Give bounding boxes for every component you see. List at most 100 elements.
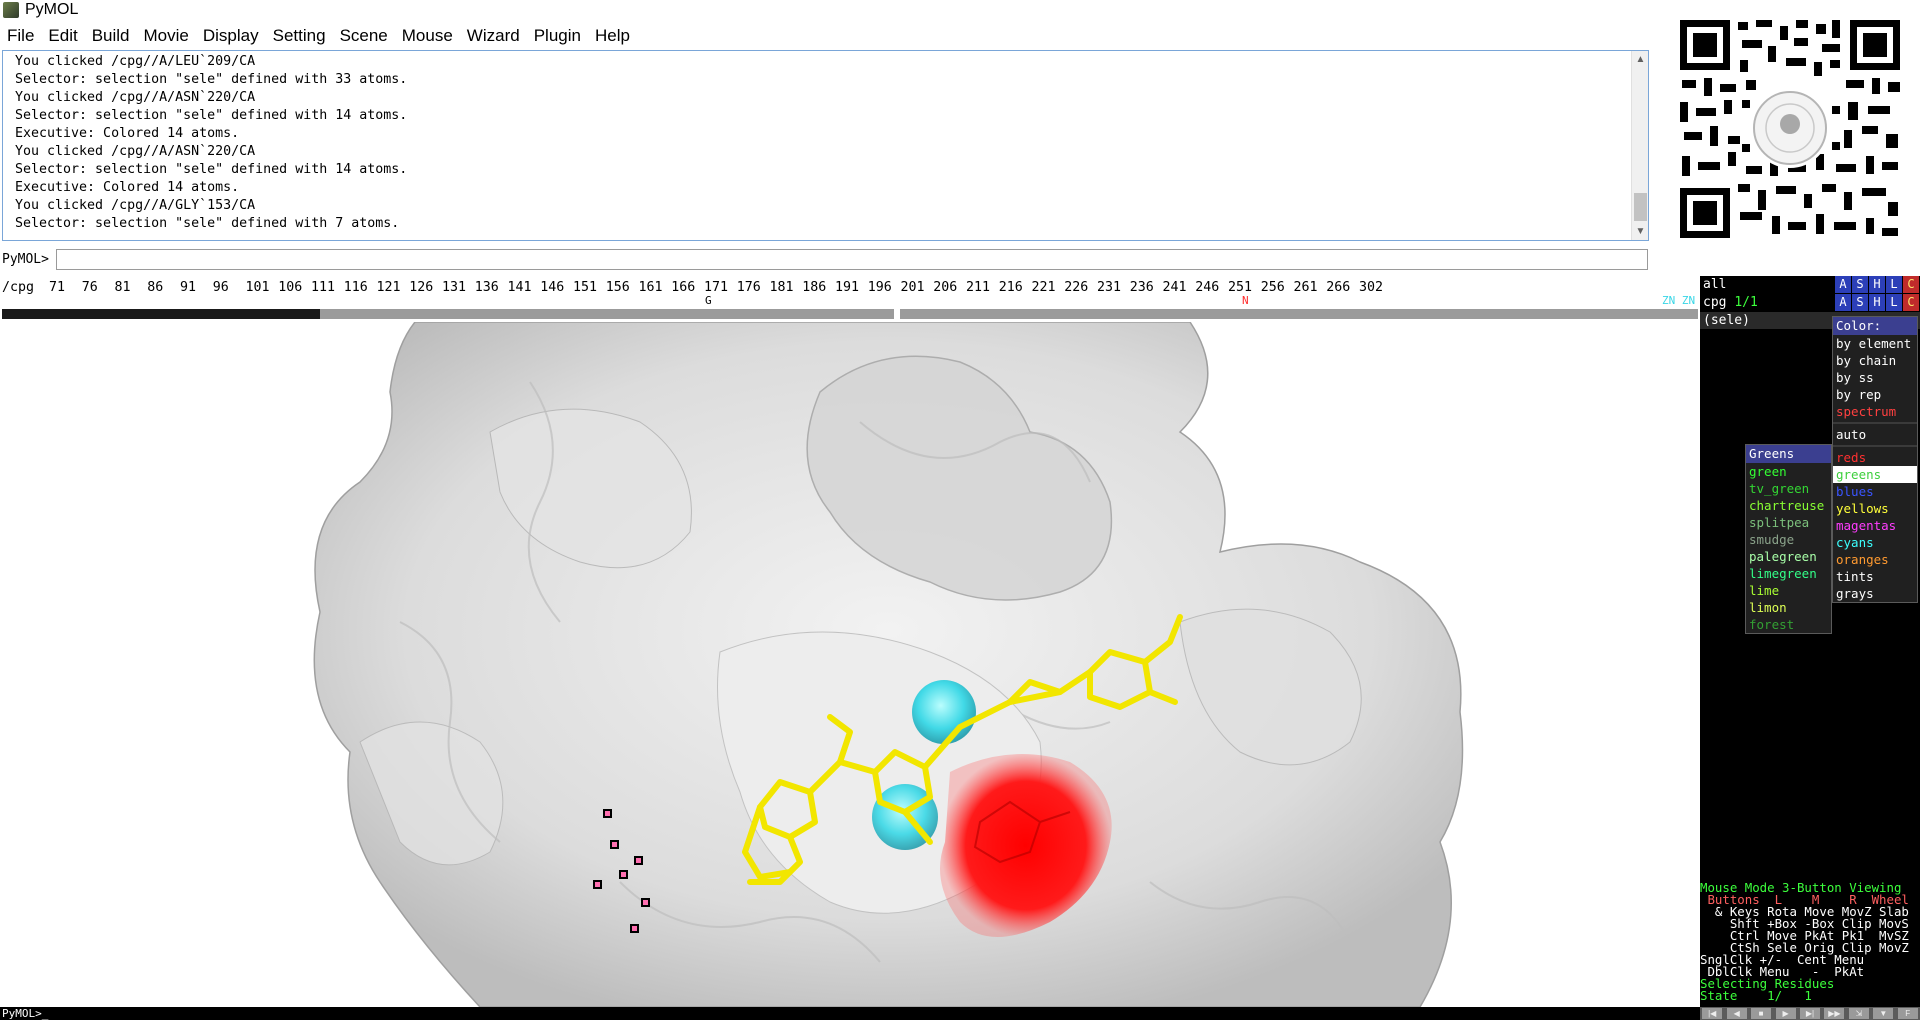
sequence-residue-number[interactable]: 86 [147,280,163,295]
color-menu-item-yellows[interactable]: yellows [1833,500,1917,517]
sequence-residue-number[interactable]: 121 [377,280,401,295]
object-name[interactable]: all [1703,276,1726,293]
sequence-residue-number[interactable]: 231 [1097,280,1121,295]
command-input[interactable] [56,248,1648,270]
greens-item-palegreen[interactable]: palegreen [1746,548,1831,565]
sequence-residue-number[interactable]: 211 [966,280,990,295]
action-button[interactable]: A [1835,276,1852,293]
color-menu-item-auto[interactable]: auto [1833,426,1917,443]
color-menu-item-tints[interactable]: tints [1833,568,1917,585]
sequence-residue-number[interactable]: 216 [999,280,1023,295]
sequence-residue-number[interactable]: 76 [82,280,98,295]
menu-mouse[interactable]: Mouse [395,26,460,46]
show-button[interactable]: S [1852,276,1869,293]
sequence-residue-number[interactable]: 156 [606,280,630,295]
scroll-thumb[interactable] [1634,193,1647,221]
object-name[interactable]: cpg 1/1 [1703,294,1758,311]
sequence-residue-number[interactable]: 146 [540,280,564,295]
scroll-up-icon[interactable]: ▲ [1632,51,1648,68]
color-button[interactable]: C [1903,294,1920,311]
sequence-residue-marker[interactable]: N [1242,294,1249,307]
show-button[interactable]: S [1852,294,1869,311]
color-menu-item-greens[interactable]: greens [1833,466,1917,483]
color-menu-item-blues[interactable]: blues [1833,483,1917,500]
hide-button[interactable]: H [1869,276,1886,293]
scroll-down-icon[interactable]: ▼ [1632,223,1648,240]
step-forward-icon[interactable]: ▶| [1799,1008,1820,1019]
color-menu-item-magentas[interactable]: magentas [1833,517,1917,534]
molecular-viewport[interactable] [0,322,1700,1007]
sequence-residue-number[interactable]: 116 [344,280,368,295]
color-menu-item-by-rep[interactable]: by rep [1833,386,1917,403]
sequence-residue-number[interactable]: 171 [704,280,728,295]
color-menu-item-by-ss[interactable]: by ss [1833,369,1917,386]
sequence-residue-number[interactable]: 261 [1294,280,1318,295]
sequence-residue-number[interactable]: 191 [835,280,859,295]
color-menu-item-cyans[interactable]: cyans [1833,534,1917,551]
full-icon[interactable]: F [1897,1008,1918,1019]
sequence-residue-number[interactable]: 71 [49,280,65,295]
sequence-residue-number[interactable]: 251 [1228,280,1252,295]
console-scrollbar[interactable]: ▲ ▼ [1631,51,1648,240]
menu-help[interactable]: Help [588,26,637,46]
menu-wizard[interactable]: Wizard [460,26,527,46]
label-button[interactable]: L [1886,294,1903,311]
color-menu-item-by-element[interactable]: by element [1833,335,1917,352]
sequence-residue-number[interactable]: 181 [770,280,794,295]
greens-item-forest[interactable]: forest [1746,616,1831,633]
sequence-residue-number[interactable]: 226 [1064,280,1088,295]
sequence-residue-number[interactable]: 91 [180,280,196,295]
sequence-residue-number[interactable]: 126 [409,280,433,295]
stop-icon[interactable]: ■ [1751,1008,1772,1019]
sequence-residue-number[interactable]: 186 [802,280,826,295]
output-console[interactable]: You clicked /cpg//A/LEU`209/CA Selector: … [2,50,1649,241]
color-menu-item-grays[interactable]: grays [1833,585,1917,602]
sequence-scrollbar[interactable] [2,309,1698,319]
sequence-residue-number[interactable]: 141 [508,280,532,295]
sequence-residue-number[interactable]: 196 [868,280,892,295]
color-menu-item-reds[interactable]: reds [1833,449,1917,466]
sequence-residue-marker[interactable]: ZN ZN [1662,294,1695,307]
menu-edit[interactable]: Edit [41,26,84,46]
greens-item-splitpea[interactable]: splitpea [1746,514,1831,531]
object-row-all[interactable]: all A S H L C [1700,276,1920,293]
sequence-residue-number[interactable]: 111 [311,280,335,295]
sequence-residue-number[interactable]: 151 [573,280,597,295]
greens-item-smudge[interactable]: smudge [1746,531,1831,548]
greens-item-limon[interactable]: limon [1746,599,1831,616]
action-button[interactable]: A [1835,294,1852,311]
sequence-residue-marker[interactable]: G [705,294,712,307]
sequence-residue-number[interactable]: 236 [1130,280,1154,295]
greens-item-tv_green[interactable]: tv_green [1746,480,1831,497]
sequence-residue-number[interactable]: 101 [246,280,270,295]
color-menu-item-by-chain[interactable]: by chain [1833,352,1917,369]
greens-item-lime[interactable]: lime [1746,582,1831,599]
sequence-residue-number[interactable]: 201 [901,280,925,295]
sequence-residue-number[interactable]: 176 [737,280,761,295]
play-icon[interactable]: ▶ [1775,1008,1796,1019]
hide-button[interactable]: H [1869,294,1886,311]
sequence-residue-number[interactable]: 131 [442,280,466,295]
rewind-icon[interactable]: |◀ [1702,1008,1723,1019]
color-menu-item-oranges[interactable]: oranges [1833,551,1917,568]
menu-plugin[interactable]: Plugin [527,26,588,46]
sequence-residue-number[interactable]: 221 [1032,280,1056,295]
menu-setting[interactable]: Setting [266,26,333,46]
menu-scene[interactable]: Scene [333,26,395,46]
sequence-residue-number[interactable]: 166 [671,280,695,295]
sequence-residue-number[interactable]: 241 [1163,280,1187,295]
sequence-residue-number[interactable]: 266 [1326,280,1350,295]
sequence-residue-number[interactable]: 246 [1195,280,1219,295]
molecule-rendering[interactable] [0,322,1700,1007]
sequence-residue-number[interactable]: 206 [933,280,957,295]
sequence-residue-number[interactable]: 96 [213,280,229,295]
color-menu-item-spectrum[interactable]: spectrum [1833,403,1917,420]
sequence-residue-number[interactable]: 136 [475,280,499,295]
step-back-icon[interactable]: ◀ [1726,1008,1747,1019]
greens-item-limegreen[interactable]: limegreen [1746,565,1831,582]
sequence-residue-number[interactable]: 302 [1359,280,1383,295]
greens-item-chartreuse[interactable]: chartreuse [1746,497,1831,514]
sequence-residue-number[interactable]: 81 [115,280,131,295]
color-button[interactable]: C [1903,276,1920,293]
greens-item-green[interactable]: green [1746,463,1831,480]
